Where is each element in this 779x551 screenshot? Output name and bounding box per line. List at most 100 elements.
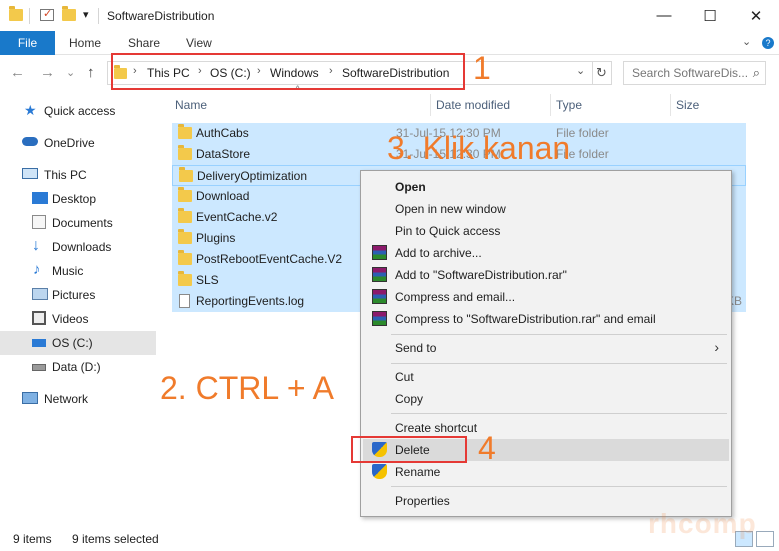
sidebar-item-pictures[interactable]: Pictures [0, 283, 156, 307]
address-dropdown-icon[interactable]: ⌄ [576, 64, 585, 77]
sidebar-item-music[interactable]: ♪ Music [0, 259, 156, 283]
annotation-step-2: 2. CTRL + A [160, 370, 334, 406]
search-input[interactable]: Search SoftwareDis... ⌕ [623, 61, 766, 85]
folder-icon [178, 250, 192, 265]
winrar-icon [372, 267, 387, 282]
tab-share[interactable]: Share [128, 36, 160, 50]
divider [29, 8, 30, 24]
sidebar-item-label: Videos [52, 312, 89, 326]
forward-arrow-icon[interactable]: → [40, 64, 55, 81]
star-icon: ★ [24, 102, 37, 118]
menu-item-label: Compress and email... [395, 290, 516, 304]
menu-item-label: Create shortcut [395, 421, 478, 435]
pictures-icon [32, 288, 48, 300]
search-placeholder: Search SoftwareDis... [632, 66, 749, 80]
menu-item-label: Cut [395, 370, 414, 384]
menu-item-add-rar[interactable]: Add to "SoftwareDistribution.rar" [363, 264, 729, 286]
folder-icon [9, 6, 23, 21]
column-header-type[interactable]: Type [556, 98, 582, 112]
sidebar-item-label: Downloads [52, 240, 112, 254]
file-name: Plugins [196, 231, 236, 245]
file-name: ReportingEvents.log [196, 294, 305, 308]
menu-item-copy[interactable]: Copy [363, 388, 729, 410]
sidebar-item-network[interactable]: Network [0, 387, 156, 411]
title-bar: ✓ ▾ SoftwareDistribution — ☐ ✕ [0, 0, 779, 31]
sidebar-item-label: Music [52, 264, 84, 278]
menu-separator [391, 413, 727, 414]
menu-item-add-archive[interactable]: Add to archive... [363, 242, 729, 264]
item-count: 9 items [13, 532, 52, 546]
folder-icon [178, 271, 192, 286]
close-button[interactable]: ✕ [733, 0, 779, 31]
sidebar-item-desktop[interactable]: Desktop [0, 187, 156, 211]
submenu-arrow-icon: › [714, 339, 719, 355]
sidebar-item-data-d[interactable]: Data (D:) [0, 355, 156, 379]
download-icon: ↓ [32, 237, 40, 254]
recent-locations-icon[interactable]: ⌄ [66, 66, 75, 79]
quick-access-toolbar-chevron[interactable]: ▾ [83, 8, 89, 21]
shield-icon [372, 464, 387, 479]
help-icon[interactable]: ? [762, 37, 774, 49]
sidebar-item-label: Documents [52, 216, 113, 230]
menu-item-rename[interactable]: Rename [363, 461, 729, 483]
large-icons-view-icon[interactable] [756, 531, 774, 547]
search-icon: ⌕ [752, 65, 760, 80]
file-name: EventCache.v2 [196, 210, 278, 224]
menu-item-compress-email[interactable]: Compress and email... [363, 286, 729, 308]
refresh-icon[interactable]: ↻ [592, 61, 612, 85]
properties-icon[interactable]: ✓ [40, 8, 54, 21]
column-header-date-modified[interactable]: Date modified [436, 98, 510, 112]
back-arrow-icon[interactable]: ← [10, 64, 25, 81]
menu-item-open[interactable]: Open [363, 176, 729, 198]
menu-item-cut[interactable]: Cut [363, 366, 729, 388]
folder-icon [179, 167, 193, 182]
tab-home[interactable]: Home [69, 36, 101, 50]
column-divider[interactable] [550, 94, 551, 116]
menu-item-pin-quick-access[interactable]: Pin to Quick access [363, 220, 729, 242]
sidebar-item-os-c[interactable]: OS (C:) [0, 331, 156, 355]
sidebar-item-videos[interactable]: Videos [0, 307, 156, 331]
log-file-icon [179, 294, 190, 308]
drive-icon [32, 339, 46, 347]
tab-view[interactable]: View [186, 36, 212, 50]
sidebar-item-documents[interactable]: Documents [0, 211, 156, 235]
menu-separator [391, 486, 727, 487]
sidebar-item-quick-access[interactable]: ★ Quick access [0, 99, 156, 123]
column-divider[interactable] [430, 94, 431, 116]
sidebar-item-this-pc[interactable]: This PC [0, 163, 156, 187]
sidebar-item-label: Pictures [52, 288, 96, 302]
new-folder-icon[interactable] [62, 6, 76, 21]
file-name: DeliveryOptimization [197, 169, 308, 183]
sidebar-item-label: OneDrive [44, 136, 95, 150]
column-divider[interactable] [670, 94, 671, 116]
menu-item-open-new-window[interactable]: Open in new window [363, 198, 729, 220]
minimize-button[interactable]: — [641, 0, 687, 31]
file-name: SLS [196, 273, 219, 287]
drive-icon [32, 364, 46, 371]
file-name: AuthCabs [196, 126, 249, 140]
up-arrow-icon[interactable]: ↑ [87, 64, 95, 81]
menu-item-compress-rar-email[interactable]: Compress to "SoftwareDistribution.rar" a… [363, 308, 729, 330]
navigation-pane: ★ Quick access OneDrive This PC Desktop … [0, 90, 156, 526]
sidebar-item-downloads[interactable]: ↓ Downloads [0, 235, 156, 259]
menu-item-send-to[interactable]: Send to › [363, 337, 729, 359]
winrar-icon [372, 311, 387, 326]
folder-icon [178, 187, 192, 202]
menu-separator [391, 363, 727, 364]
maximize-button[interactable]: ☐ [687, 0, 733, 31]
sidebar-item-onedrive[interactable]: OneDrive [0, 131, 156, 155]
sidebar-item-label: Quick access [44, 104, 116, 118]
desktop-icon [32, 192, 48, 204]
menu-item-label: Open [395, 180, 426, 194]
sidebar-item-label: Network [44, 392, 89, 406]
column-header-size[interactable]: Size [676, 98, 699, 112]
sidebar-item-label: OS (C:) [52, 336, 93, 350]
winrar-icon [372, 245, 387, 260]
ribbon-collapse-icon[interactable]: ⌄ [742, 35, 751, 48]
column-header-name[interactable]: Name [175, 98, 207, 112]
file-name: Download [196, 189, 250, 203]
annotation-box-delete [351, 436, 467, 463]
divider [98, 8, 99, 24]
menu-item-label: Compress to "SoftwareDistribution.rar" a… [395, 312, 656, 326]
tab-file[interactable]: File [0, 31, 55, 55]
